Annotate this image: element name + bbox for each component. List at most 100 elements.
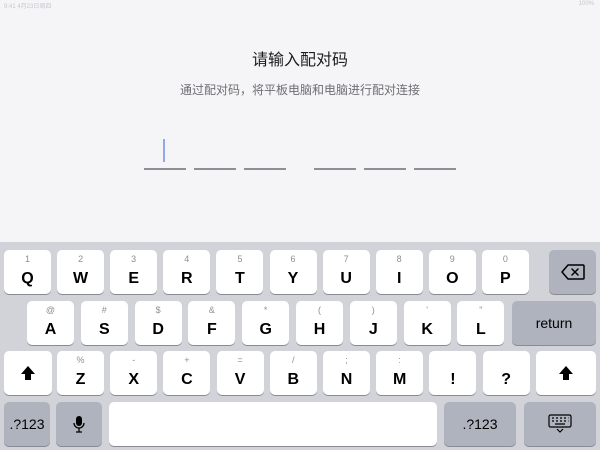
key-n[interactable]: ; N <box>323 351 370 395</box>
key-label: ? <box>501 371 511 388</box>
key-l[interactable]: " L <box>457 301 505 345</box>
key-hint: @ <box>45 305 56 315</box>
key-hint: # <box>101 305 107 315</box>
key-hint: * <box>263 305 268 315</box>
key-g[interactable]: * G <box>242 301 290 345</box>
text-cursor <box>163 139 165 162</box>
key-label: L <box>476 321 486 338</box>
key-label: S <box>98 321 110 338</box>
key-y[interactable]: 6Y <box>269 250 317 294</box>
numbers-key-right[interactable]: .?123 <box>444 402 516 446</box>
shift-icon <box>21 366 35 380</box>
key-hint: 4 <box>184 254 190 264</box>
key-label: U <box>340 270 352 287</box>
key-label: T <box>235 270 245 287</box>
key-![interactable]: ! <box>429 351 477 395</box>
key-f[interactable]: & F <box>188 301 236 345</box>
key-k[interactable]: ' K <box>403 301 451 345</box>
key-hint: 2 <box>78 254 84 264</box>
key-label: V <box>234 371 246 388</box>
key-label: E <box>128 270 140 287</box>
space-key[interactable] <box>109 402 437 446</box>
key-hint: + <box>184 355 190 365</box>
page-subtitle: 通过配对码，将平板电脑和电脑进行配对连接 <box>179 83 420 97</box>
key-d[interactable]: $ D <box>134 301 182 345</box>
key-label: M <box>393 371 407 388</box>
key-x[interactable]: -X <box>110 351 158 395</box>
key-label: ! <box>450 371 456 388</box>
key-label: D <box>152 321 164 338</box>
key-s[interactable]: # S <box>80 301 128 345</box>
key-hint: 8 <box>396 254 402 264</box>
key-label: P <box>500 270 511 287</box>
key-p[interactable]: 0P <box>481 250 529 294</box>
key-hint: % <box>76 355 85 365</box>
hide-keyboard-key[interactable] <box>524 402 596 446</box>
numbers-label: .?123 <box>9 416 45 432</box>
key-label: N <box>340 371 353 388</box>
key-hint: ; <box>345 355 348 365</box>
key-c[interactable]: + C <box>163 351 211 395</box>
code-slot-1[interactable] <box>144 168 186 170</box>
key-hint: 9 <box>449 254 455 264</box>
key-hint: 6 <box>290 254 296 264</box>
return-label: return <box>535 315 573 331</box>
shift-left-key[interactable] <box>4 351 52 395</box>
numbers-label: .?123 <box>462 416 498 432</box>
key-label: Z <box>75 371 86 388</box>
return-key[interactable]: return <box>512 301 596 345</box>
key-hint: / <box>292 355 295 365</box>
key-label: J <box>368 321 378 338</box>
key-h[interactable]: (H <box>296 301 343 345</box>
key-label: G <box>259 321 272 338</box>
key-label: Y <box>287 270 299 287</box>
key-e[interactable]: 3E <box>110 250 158 294</box>
key-m[interactable]: :M <box>376 351 424 395</box>
key-hint: " <box>479 305 483 315</box>
key-hint: 7 <box>343 254 349 264</box>
key-a[interactable]: @ A <box>27 301 74 345</box>
page-title: 请输入配对码 <box>251 52 348 69</box>
key-o[interactable]: 9O <box>428 250 476 294</box>
key-label: B <box>287 371 300 388</box>
key-hint: ( <box>318 305 321 315</box>
key-label: I <box>396 270 402 287</box>
key-w[interactable]: 2W <box>57 250 105 294</box>
key-t[interactable]: 5T <box>216 250 264 294</box>
key-hint: & <box>208 305 215 315</box>
key-b[interactable]: / B <box>269 351 317 395</box>
key-hint: = <box>237 355 243 365</box>
key-label: F <box>207 321 217 338</box>
key-label: R <box>181 270 193 287</box>
key-hint: 3 <box>131 254 137 264</box>
shift-right-key[interactable] <box>536 351 596 395</box>
key-z[interactable]: % Z <box>57 351 104 395</box>
keyboard-hide-icon <box>548 414 572 433</box>
key-?[interactable]: ? <box>482 351 530 395</box>
key-hint: - <box>132 355 136 365</box>
shift-icon <box>559 366 573 380</box>
key-r[interactable]: 4R <box>163 250 211 294</box>
key-hint: 1 <box>24 254 30 264</box>
dictation-key[interactable] <box>56 402 102 446</box>
code-slot-2[interactable] <box>194 168 236 170</box>
key-hint: $ <box>155 305 161 315</box>
key-hint: ' <box>426 305 428 315</box>
key-label: C <box>181 371 193 388</box>
key-v[interactable]: = V <box>216 351 264 395</box>
backspace-key[interactable] <box>549 250 596 294</box>
microphone-icon <box>73 416 85 433</box>
numbers-key-left[interactable]: .?123 <box>4 402 50 446</box>
code-slot-3[interactable] <box>244 168 286 170</box>
key-label: Q <box>21 270 34 287</box>
key-i[interactable]: 8I <box>375 250 423 294</box>
code-slot-4[interactable] <box>314 168 356 170</box>
code-slot-6[interactable] <box>414 168 456 170</box>
keyboard: 1Q2W3E4R5T6Y7U8I9O0P @ A # S $ D & F * G(H) J ' K " L … <box>0 242 600 450</box>
code-slot-5[interactable] <box>364 168 406 170</box>
key-u[interactable]: 7U <box>322 250 370 294</box>
status-bar: 9:41 4月23日周四 100% <box>0 0 600 10</box>
key-q[interactable]: 1Q <box>4 250 51 294</box>
key-j[interactable]: ) J <box>349 301 397 345</box>
key-label: K <box>421 321 433 338</box>
